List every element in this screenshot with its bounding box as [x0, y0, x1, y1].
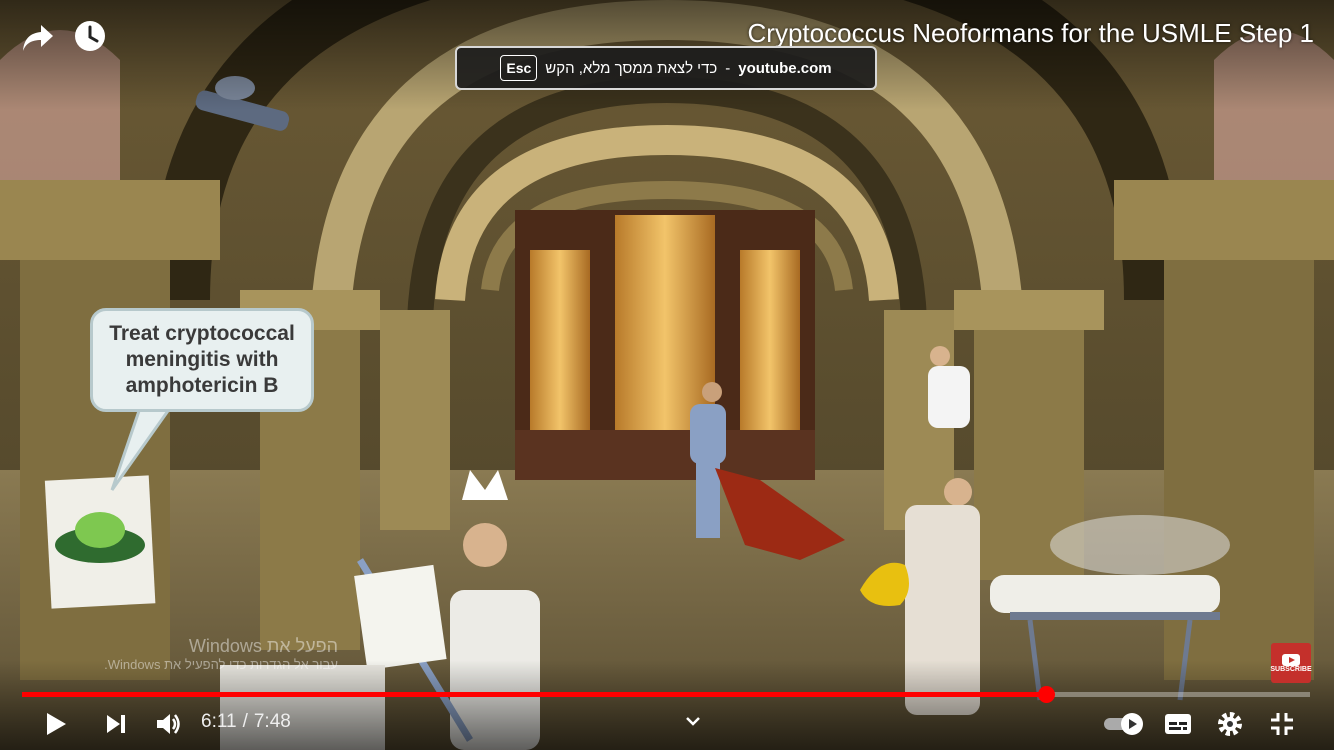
subscribe-label: SUBSCRIBE: [1270, 665, 1312, 673]
toast-message: כדי לצאת ממסך מלא, הקש: [545, 59, 718, 77]
volume-icon[interactable]: [152, 708, 184, 740]
esc-key-badge: Esc: [500, 55, 538, 81]
progress-played: [22, 692, 1046, 697]
play-icon[interactable]: [40, 708, 72, 740]
fullscreen-exit-toast: Esc כדי לצאת ממסך מלא, הקש - youtube.com: [455, 46, 877, 90]
progress-scrubber[interactable]: [1037, 686, 1055, 703]
watermark-line-2: עבור אל הגדרות כדי להפעיל את Windows.: [104, 657, 338, 672]
current-time: 6:11: [201, 711, 237, 732]
duration: 7:48: [253, 711, 291, 732]
autoplay-toggle-icon[interactable]: [1100, 708, 1148, 740]
subtitles-icon[interactable]: [1162, 708, 1194, 740]
toast-separator: -: [725, 59, 731, 77]
gear-icon[interactable]: [1214, 708, 1246, 740]
time-separator: /: [242, 711, 248, 732]
speech-bubble: Treat cryptococcal meningitis with ampho…: [90, 308, 314, 412]
chevron-down-icon[interactable]: [680, 708, 706, 734]
video-title[interactable]: Cryptococcus Neoformans for the USMLE St…: [748, 18, 1314, 49]
time-display: 6:11 / 7:48: [201, 711, 291, 733]
watermark-line-1: הפעל את Windows: [188, 636, 338, 656]
share-icon[interactable]: [18, 18, 58, 58]
toast-domain: youtube.com: [738, 59, 832, 77]
subscribe-watermark[interactable]: SUBSCRIBE: [1270, 643, 1312, 683]
exit-fullscreen-icon[interactable]: [1266, 708, 1298, 740]
windows-activation-watermark: הפעל את Windows עבור אל הגדרות כדי להפעי…: [66, 636, 338, 672]
clock-icon[interactable]: [70, 16, 110, 56]
youtube-logo-icon: [1282, 653, 1300, 666]
progress-bar[interactable]: [22, 686, 1310, 703]
next-icon[interactable]: [100, 708, 132, 740]
